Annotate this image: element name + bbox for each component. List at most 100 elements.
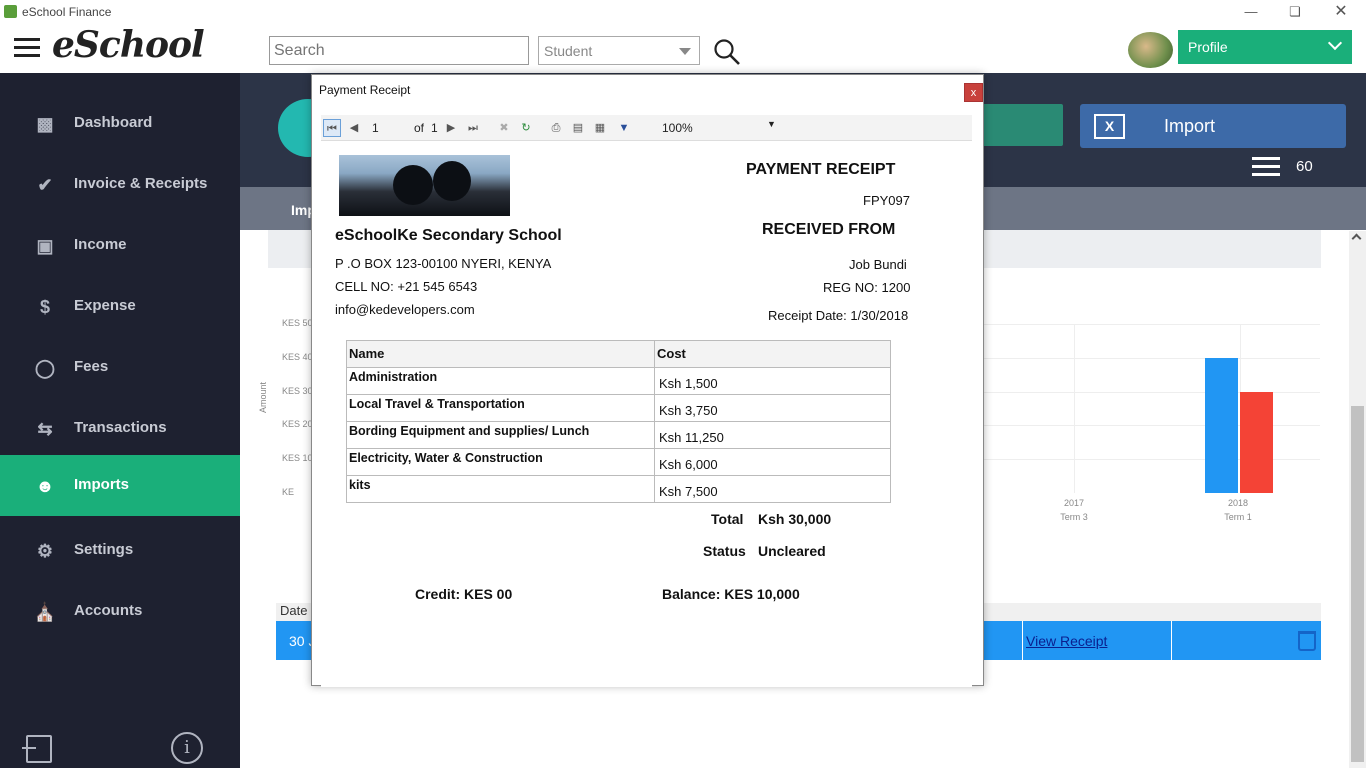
table-row: kits Ksh 7,500 <box>346 475 891 503</box>
y-tick-label: KE <box>282 487 295 497</box>
reg-number: REG NO: 1200 <box>823 280 911 295</box>
logout-icon[interactable] <box>22 735 52 763</box>
sidebar-item-label: Fees <box>74 358 109 375</box>
restore-icon[interactable]: ❏ <box>1280 2 1310 22</box>
search-input[interactable] <box>269 36 529 65</box>
y-tick-label: KES 20 <box>282 419 313 430</box>
gear-icon: ⚙ <box>36 541 54 561</box>
total-value: Ksh 30,000 <box>758 511 832 527</box>
gridline <box>984 324 1320 325</box>
page-setup-icon[interactable]: ▦ <box>591 119 609 137</box>
chevron-down-icon[interactable]: ▼ <box>767 119 776 129</box>
app-logo: eSchool <box>52 24 205 66</box>
student-select-value: Student <box>544 43 593 59</box>
column-divider <box>1171 621 1172 660</box>
money-icon: ▣ <box>36 236 54 256</box>
student-select[interactable]: Student <box>538 36 700 65</box>
table-row: Local Travel & Transportation Ksh 3,750 <box>346 394 891 422</box>
print-icon[interactable]: ⎙ <box>547 119 565 137</box>
print-layout-icon[interactable]: ▤ <box>569 119 587 137</box>
fee-cost: Ksh 6,000 <box>654 448 891 476</box>
receipt-number: FPY097 <box>863 193 910 208</box>
of-label: of <box>414 121 425 135</box>
y-tick-label: KES 50 <box>282 318 313 328</box>
page-number-input[interactable]: 1 <box>372 121 379 135</box>
sidebar-item-label: Imports <box>74 476 130 493</box>
fee-cost: Ksh 3,750 <box>654 394 891 422</box>
search-icon[interactable] <box>713 38 741 66</box>
received-from-heading: RECEIVED FROM <box>762 221 896 238</box>
balance-amount: Balance: KES 10,000 <box>662 586 800 602</box>
y-tick-label: KES 30 <box>282 385 313 396</box>
sidebar: ▩ Dashboard ✔ Invoice & Receipts ▣ Incom… <box>0 73 240 768</box>
status-label: Status <box>703 543 746 559</box>
shield-dollar-icon: $ <box>39 297 50 317</box>
last-page-icon[interactable]: ⏭ <box>464 119 482 137</box>
sidebar-item-expense[interactable]: $ Expense <box>0 276 240 337</box>
school-cell: CELL NO: +21 545 6543 <box>335 279 478 294</box>
export-icon[interactable]: ▼ <box>615 119 633 137</box>
next-page-icon[interactable]: ▶ <box>442 119 460 137</box>
profile-label: Profile <box>1188 39 1228 55</box>
fee-cost: Ksh 11,250 <box>654 421 891 449</box>
total-label: Total <box>711 511 744 527</box>
x-tick-term: Term 1 <box>1224 512 1252 522</box>
view-receipt-link[interactable]: View Receipt <box>1026 633 1107 649</box>
fee-name: Bording Equipment and supplies/ Lunch <box>346 421 655 449</box>
sidebar-item-label: Settings <box>74 541 134 558</box>
x-tick-year: 2018 <box>1227 498 1249 508</box>
school-logo-image <box>339 155 510 216</box>
previous-page-icon[interactable]: ◀ <box>345 119 363 137</box>
chevron-down-icon <box>679 48 691 55</box>
credit-amount: Credit: KES 00 <box>415 586 513 602</box>
table-row: Administration Ksh 1,500 <box>346 367 891 395</box>
dialog-title: Payment Receipt <box>319 83 411 97</box>
refresh-icon[interactable]: ↻ <box>517 119 535 137</box>
stop-icon[interactable]: ✖ <box>495 119 513 137</box>
fee-name: kits <box>346 475 655 503</box>
x-tick-year: 2017 <box>1063 498 1085 508</box>
minimize-icon[interactable]: — <box>1236 2 1266 22</box>
chart-bar[interactable] <box>1240 391 1273 493</box>
first-page-icon[interactable]: ⏮ <box>323 119 341 137</box>
sidebar-item-dashboard[interactable]: ▩ Dashboard <box>0 93 240 154</box>
sidebar-item-settings[interactable]: ⚙ Settings <box>0 520 240 581</box>
window-titlebar: eSchool Finance — ❏ ✕ <box>0 0 1366 24</box>
column-header-date: Date <box>280 603 308 618</box>
avatar[interactable] <box>1128 32 1173 68</box>
info-icon[interactable]: i <box>171 732 203 764</box>
receipt-date: Receipt Date: 1/30/2018 <box>768 308 909 323</box>
scrollbar-thumb[interactable] <box>1351 406 1364 762</box>
receipt-heading: PAYMENT RECEIPT <box>746 161 896 178</box>
hamburger-menu-icon[interactable] <box>14 38 40 58</box>
close-dialog-button[interactable]: x <box>964 83 983 102</box>
y-tick-label: KES 10 <box>282 453 313 464</box>
fees-table: Name Cost Administration Ksh 1,500 Local… <box>346 340 891 503</box>
sidebar-item-fees[interactable]: ◯ Fees <box>0 337 240 398</box>
chart-bar[interactable] <box>1205 357 1238 493</box>
sidebar-item-label: Income <box>74 236 127 253</box>
sidebar-item-transactions[interactable]: ⇆ Transactions <box>0 398 240 459</box>
sidebar-item-income[interactable]: ▣ Income <box>0 215 240 276</box>
check-circle-icon: ✔ <box>37 175 53 195</box>
profile-button[interactable]: Profile <box>1178 30 1352 64</box>
sidebar-item-label: Transactions <box>74 419 167 436</box>
app-header: eSchool Student Profile <box>0 24 1366 73</box>
fee-name: Local Travel & Transportation <box>346 394 655 422</box>
sidebar-item-label: Accounts <box>74 602 143 619</box>
y-axis-label: Amount <box>258 381 268 413</box>
sidebar-item-imports[interactable]: ☻ Imports <box>0 455 240 516</box>
sidebar-item-accounts[interactable]: ⛪ Accounts <box>0 581 240 642</box>
zoom-select[interactable]: 100% <box>662 121 693 135</box>
scrollbar[interactable] <box>1349 231 1366 768</box>
table-row: Bording Equipment and supplies/ Lunch Ks… <box>346 421 891 449</box>
column-header-cost: Cost <box>654 340 891 368</box>
y-tick-label: KES 40 <box>282 351 313 362</box>
sidebar-item-invoice-receipts[interactable]: ✔ Invoice & Receipts <box>0 154 240 215</box>
fee-name: Electricity, Water & Construction <box>346 448 655 476</box>
window-title: eSchool Finance <box>22 5 112 19</box>
app-icon <box>4 5 17 18</box>
close-window-icon[interactable]: ✕ <box>1326 2 1356 22</box>
delete-icon[interactable] <box>1298 631 1316 651</box>
scroll-up-icon[interactable] <box>1351 233 1362 244</box>
